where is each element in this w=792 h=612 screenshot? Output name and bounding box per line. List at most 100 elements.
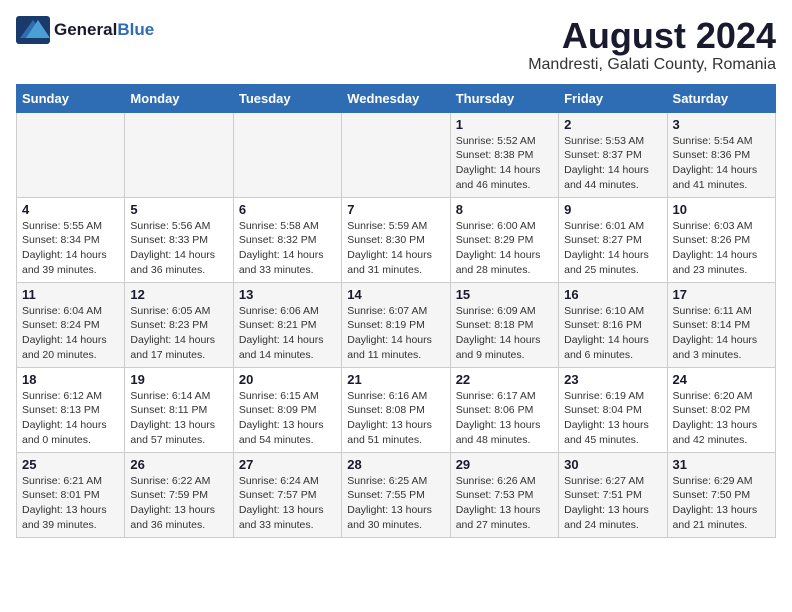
calendar-cell: 21 Sunrise: 6:16 AM Sunset: 8:08 PM Dayli… (342, 367, 450, 452)
calendar-cell: 30 Sunrise: 6:27 AM Sunset: 7:51 PM Dayli… (559, 452, 667, 537)
day-number: 8 (456, 202, 553, 217)
calendar-cell: 20 Sunrise: 6:15 AM Sunset: 8:09 PM Dayli… (233, 367, 341, 452)
day-info: Sunrise: 6:04 AM Sunset: 8:24 PM Dayligh… (22, 304, 119, 363)
day-number: 13 (239, 287, 336, 302)
calendar-cell: 3Sunrise: 5:54 AM Sunset: 8:36 PM Daylig… (667, 112, 775, 197)
calendar-week-row: 11 Sunrise: 6:04 AM Sunset: 8:24 PM Dayli… (17, 282, 776, 367)
calendar-week-row: 4 Sunrise: 5:55 AM Sunset: 8:34 PM Daylig… (17, 197, 776, 282)
day-info: Sunrise: 6:16 AM Sunset: 8:08 PM Dayligh… (347, 389, 444, 448)
header-friday: Friday (559, 84, 667, 112)
day-number: 29 (456, 457, 553, 472)
day-number: 11 (22, 287, 119, 302)
day-info: Sunrise: 6:24 AM Sunset: 7:57 PM Dayligh… (239, 474, 336, 533)
calendar-cell: 14 Sunrise: 6:07 AM Sunset: 8:19 PM Dayli… (342, 282, 450, 367)
day-number: 24 (673, 372, 770, 387)
day-number: 2 (564, 117, 661, 132)
day-info: Sunrise: 5:52 AM Sunset: 8:38 PM Dayligh… (456, 134, 553, 193)
calendar-cell: 2 Sunrise: 5:53 AM Sunset: 8:37 PM Daylig… (559, 112, 667, 197)
calendar-header-row: SundayMondayTuesdayWednesdayThursdayFrid… (17, 84, 776, 112)
day-info: Sunrise: 6:07 AM Sunset: 8:19 PM Dayligh… (347, 304, 444, 363)
calendar-cell: 17 Sunrise: 6:11 AM Sunset: 8:14 PM Dayli… (667, 282, 775, 367)
day-info: Sunrise: 6:22 AM Sunset: 7:59 PM Dayligh… (130, 474, 227, 533)
day-number: 19 (130, 372, 227, 387)
day-info: Sunrise: 5:55 AM Sunset: 8:34 PM Dayligh… (22, 219, 119, 278)
calendar-cell: 22Sunrise: 6:17 AM Sunset: 8:06 PM Dayli… (450, 367, 558, 452)
day-info: Sunrise: 5:58 AM Sunset: 8:32 PM Dayligh… (239, 219, 336, 278)
day-info: Sunrise: 5:56 AM Sunset: 8:33 PM Dayligh… (130, 219, 227, 278)
day-info: Sunrise: 6:10 AM Sunset: 8:16 PM Dayligh… (564, 304, 661, 363)
day-info: Sunrise: 6:17 AM Sunset: 8:06 PM Dayligh… (456, 389, 553, 448)
day-info: Sunrise: 6:15 AM Sunset: 8:09 PM Dayligh… (239, 389, 336, 448)
calendar-cell: 9 Sunrise: 6:01 AM Sunset: 8:27 PM Daylig… (559, 197, 667, 282)
day-number: 25 (22, 457, 119, 472)
day-number: 26 (130, 457, 227, 472)
calendar-cell: 4 Sunrise: 5:55 AM Sunset: 8:34 PM Daylig… (17, 197, 125, 282)
day-info: Sunrise: 6:09 AM Sunset: 8:18 PM Dayligh… (456, 304, 553, 363)
calendar-title: August 2024 (528, 16, 776, 56)
logo: GeneralBlue (16, 16, 154, 44)
day-number: 1 (456, 117, 553, 132)
logo-blue: Blue (117, 20, 154, 39)
day-info: Sunrise: 6:03 AM Sunset: 8:26 PM Dayligh… (673, 219, 770, 278)
day-info: Sunrise: 6:00 AM Sunset: 8:29 PM Dayligh… (456, 219, 553, 278)
day-info: Sunrise: 6:21 AM Sunset: 8:01 PM Dayligh… (22, 474, 119, 533)
calendar-cell: 7Sunrise: 5:59 AM Sunset: 8:30 PM Daylig… (342, 197, 450, 282)
day-info: Sunrise: 6:19 AM Sunset: 8:04 PM Dayligh… (564, 389, 661, 448)
header-tuesday: Tuesday (233, 84, 341, 112)
day-info: Sunrise: 6:11 AM Sunset: 8:14 PM Dayligh… (673, 304, 770, 363)
day-number: 6 (239, 202, 336, 217)
day-number: 4 (22, 202, 119, 217)
calendar-cell: 12Sunrise: 6:05 AM Sunset: 8:23 PM Dayli… (125, 282, 233, 367)
calendar-cell (17, 112, 125, 197)
day-number: 31 (673, 457, 770, 472)
calendar-table: SundayMondayTuesdayWednesdayThursdayFrid… (16, 84, 776, 538)
day-info: Sunrise: 5:59 AM Sunset: 8:30 PM Dayligh… (347, 219, 444, 278)
day-info: Sunrise: 6:20 AM Sunset: 8:02 PM Dayligh… (673, 389, 770, 448)
header-wednesday: Wednesday (342, 84, 450, 112)
calendar-cell: 28 Sunrise: 6:25 AM Sunset: 7:55 PM Dayli… (342, 452, 450, 537)
calendar-cell: 11 Sunrise: 6:04 AM Sunset: 8:24 PM Dayli… (17, 282, 125, 367)
day-info: Sunrise: 5:53 AM Sunset: 8:37 PM Dayligh… (564, 134, 661, 193)
day-info: Sunrise: 6:25 AM Sunset: 7:55 PM Dayligh… (347, 474, 444, 533)
day-number: 27 (239, 457, 336, 472)
calendar-cell: 29 Sunrise: 6:26 AM Sunset: 7:53 PM Dayli… (450, 452, 558, 537)
day-number: 28 (347, 457, 444, 472)
day-number: 20 (239, 372, 336, 387)
calendar-cell: 1 Sunrise: 5:52 AM Sunset: 8:38 PM Daylig… (450, 112, 558, 197)
day-number: 14 (347, 287, 444, 302)
day-number: 18 (22, 372, 119, 387)
title-area: August 2024 Mandresti, Galati County, Ro… (528, 16, 776, 74)
day-info: Sunrise: 6:27 AM Sunset: 7:51 PM Dayligh… (564, 474, 661, 533)
day-number: 17 (673, 287, 770, 302)
calendar-cell: 10Sunrise: 6:03 AM Sunset: 8:26 PM Dayli… (667, 197, 775, 282)
logo-icon (16, 16, 50, 44)
header-saturday: Saturday (667, 84, 775, 112)
day-info: Sunrise: 6:01 AM Sunset: 8:27 PM Dayligh… (564, 219, 661, 278)
calendar-cell: 8 Sunrise: 6:00 AM Sunset: 8:29 PM Daylig… (450, 197, 558, 282)
day-info: Sunrise: 6:06 AM Sunset: 8:21 PM Dayligh… (239, 304, 336, 363)
day-number: 23 (564, 372, 661, 387)
calendar-cell: 24 Sunrise: 6:20 AM Sunset: 8:02 PM Dayli… (667, 367, 775, 452)
day-info: Sunrise: 6:26 AM Sunset: 7:53 PM Dayligh… (456, 474, 553, 533)
header-monday: Monday (125, 84, 233, 112)
calendar-cell: 25 Sunrise: 6:21 AM Sunset: 8:01 PM Dayli… (17, 452, 125, 537)
calendar-cell: 26 Sunrise: 6:22 AM Sunset: 7:59 PM Dayli… (125, 452, 233, 537)
calendar-cell: 15Sunrise: 6:09 AM Sunset: 8:18 PM Dayli… (450, 282, 558, 367)
calendar-cell: 16 Sunrise: 6:10 AM Sunset: 8:16 PM Dayli… (559, 282, 667, 367)
calendar-cell: 27 Sunrise: 6:24 AM Sunset: 7:57 PM Dayli… (233, 452, 341, 537)
day-number: 12 (130, 287, 227, 302)
calendar-cell: 18Sunrise: 6:12 AM Sunset: 8:13 PM Dayli… (17, 367, 125, 452)
day-number: 30 (564, 457, 661, 472)
calendar-cell: 23 Sunrise: 6:19 AM Sunset: 8:04 PM Dayli… (559, 367, 667, 452)
day-number: 16 (564, 287, 661, 302)
calendar-cell: 31 Sunrise: 6:29 AM Sunset: 7:50 PM Dayli… (667, 452, 775, 537)
day-info: Sunrise: 5:54 AM Sunset: 8:36 PM Dayligh… (673, 134, 770, 193)
calendar-cell: 6 Sunrise: 5:58 AM Sunset: 8:32 PM Daylig… (233, 197, 341, 282)
calendar-cell (125, 112, 233, 197)
day-number: 21 (347, 372, 444, 387)
day-number: 9 (564, 202, 661, 217)
header-sunday: Sunday (17, 84, 125, 112)
day-info: Sunrise: 6:29 AM Sunset: 7:50 PM Dayligh… (673, 474, 770, 533)
calendar-cell: 5Sunrise: 5:56 AM Sunset: 8:33 PM Daylig… (125, 197, 233, 282)
calendar-cell: 13 Sunrise: 6:06 AM Sunset: 8:21 PM Dayli… (233, 282, 341, 367)
